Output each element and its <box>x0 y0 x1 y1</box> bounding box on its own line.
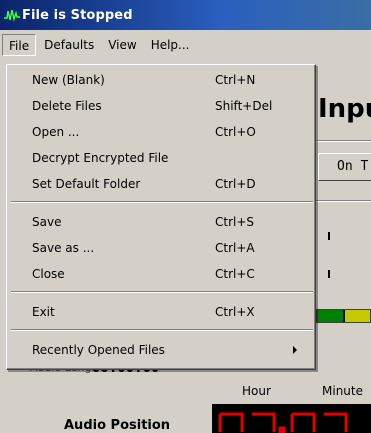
menu-item-shortcut: Ctrl+N <box>215 73 256 87</box>
hour-label: Hour <box>242 384 271 398</box>
on-top-button[interactable]: On T <box>318 153 371 181</box>
meter-segment <box>317 310 343 322</box>
minute-label: Minute <box>322 384 363 398</box>
slider-tick <box>328 270 330 278</box>
menu-item-label: Exit <box>32 305 55 319</box>
menu-item-open[interactable]: Open ... Ctrl+O <box>10 121 312 143</box>
menu-item-label: Open ... <box>32 125 80 139</box>
title-bar: File is Stopped <box>0 0 371 30</box>
menu-item-shortcut: Ctrl+A <box>215 241 255 255</box>
menu-item-label: Recently Opened Files <box>32 343 165 357</box>
menu-item-shortcut: Ctrl+X <box>215 305 255 319</box>
menu-defaults[interactable]: Defaults <box>38 34 100 56</box>
slider-track[interactable] <box>320 262 371 286</box>
waveform-icon <box>4 9 20 22</box>
menu-bar: File Defaults View Help... <box>0 30 371 60</box>
meter-segment <box>345 310 370 322</box>
menu-item-label: Delete Files <box>32 99 102 113</box>
menu-item-label: Save as ... <box>32 241 95 255</box>
menu-help[interactable]: Help... <box>145 34 196 56</box>
slider-track[interactable] <box>320 224 371 248</box>
menu-item-label: Set Default Folder <box>32 177 141 191</box>
menu-separator <box>11 291 313 293</box>
menu-item-label: Close <box>32 267 65 281</box>
menu-item-save-as[interactable]: Save as ... Ctrl+A <box>10 237 312 259</box>
file-menu-dropdown: New (Blank) Ctrl+N Delete Files Shift+Del Op… <box>6 64 316 370</box>
menu-item-save[interactable]: Save Ctrl+S <box>10 211 312 233</box>
menu-item-shortcut: Ctrl+O <box>215 125 256 139</box>
audio-position-display <box>212 404 371 433</box>
menu-item-set-default-folder[interactable]: Set Default Folder Ctrl+D <box>10 173 312 195</box>
menu-item-label: Save <box>32 215 62 229</box>
audio-position-label: Audio Position <box>64 418 171 433</box>
menu-view[interactable]: View <box>102 34 142 56</box>
menu-separator <box>11 201 313 203</box>
section-title: Inpu <box>318 94 371 124</box>
submenu-arrow-icon <box>293 346 297 354</box>
menu-item-recently-opened-files[interactable]: Recently Opened Files <box>10 339 312 361</box>
menu-item-shortcut: Shift+Del <box>215 99 273 113</box>
menu-item-shortcut: Ctrl+S <box>215 215 255 229</box>
menu-item-decrypt-encrypted-file[interactable]: Decrypt Encrypted File <box>10 147 312 169</box>
window-title: File is Stopped <box>22 7 133 23</box>
menu-file[interactable]: File <box>2 34 37 56</box>
menu-item-label: Decrypt Encrypted File <box>32 151 169 165</box>
level-meter <box>316 309 371 323</box>
menu-item-new-blank[interactable]: New (Blank) Ctrl+N <box>10 69 312 91</box>
lcd-digits <box>218 412 348 433</box>
slider-tick <box>328 232 330 240</box>
menu-item-shortcut: Ctrl+C <box>215 267 255 281</box>
menu-item-delete-files[interactable]: Delete Files Shift+Del <box>10 95 312 117</box>
menu-item-exit[interactable]: Exit Ctrl+X <box>10 301 312 323</box>
menu-separator <box>11 329 313 331</box>
menu-item-close[interactable]: Close Ctrl+C <box>10 263 312 285</box>
menu-item-shortcut: Ctrl+D <box>215 177 256 191</box>
menu-item-label: New (Blank) <box>32 73 105 87</box>
